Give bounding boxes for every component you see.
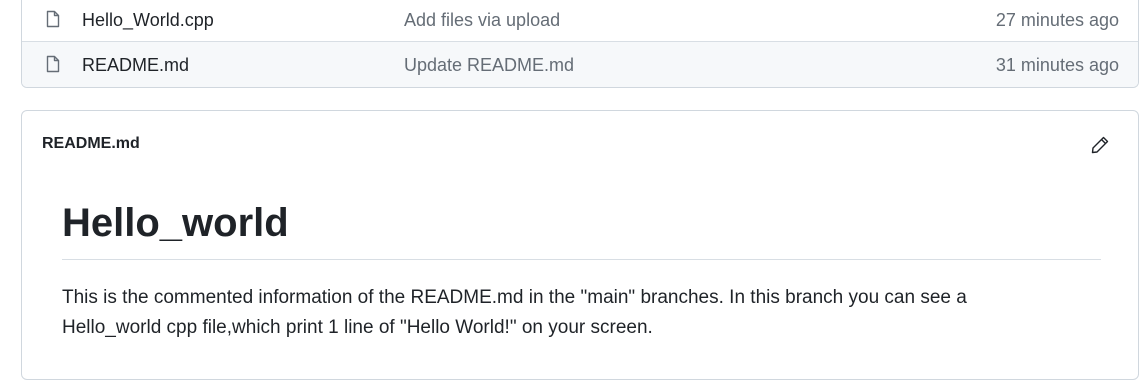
readme-panel: README.md Hello_world This is the commen…: [21, 110, 1139, 380]
file-row[interactable]: Hello_World.cpp Add files via upload 27 …: [22, 0, 1138, 42]
pencil-icon[interactable]: [1090, 135, 1110, 155]
file-list: Hello_World.cpp Add files via upload 27 …: [21, 0, 1139, 88]
readme-paragraph: This is the commented information of the…: [62, 287, 967, 338]
commit-age: 27 minutes ago: [995, 10, 1119, 30]
file-icon: [46, 55, 60, 73]
readme-heading: Hello_world: [62, 201, 289, 245]
readme-file-label[interactable]: README.md: [42, 135, 140, 153]
file-name-link[interactable]: README.md: [82, 55, 189, 76]
commit-message-link[interactable]: Add files via upload: [404, 10, 560, 31]
heading-divider: [62, 259, 1101, 260]
file-icon: [46, 10, 60, 28]
commit-age: 31 minutes ago: [995, 55, 1119, 75]
file-row[interactable]: README.md Update README.md 31 minutes ag…: [22, 42, 1138, 87]
commit-message-link[interactable]: Update README.md: [404, 55, 574, 76]
file-name-link[interactable]: Hello_World.cpp: [82, 10, 214, 31]
